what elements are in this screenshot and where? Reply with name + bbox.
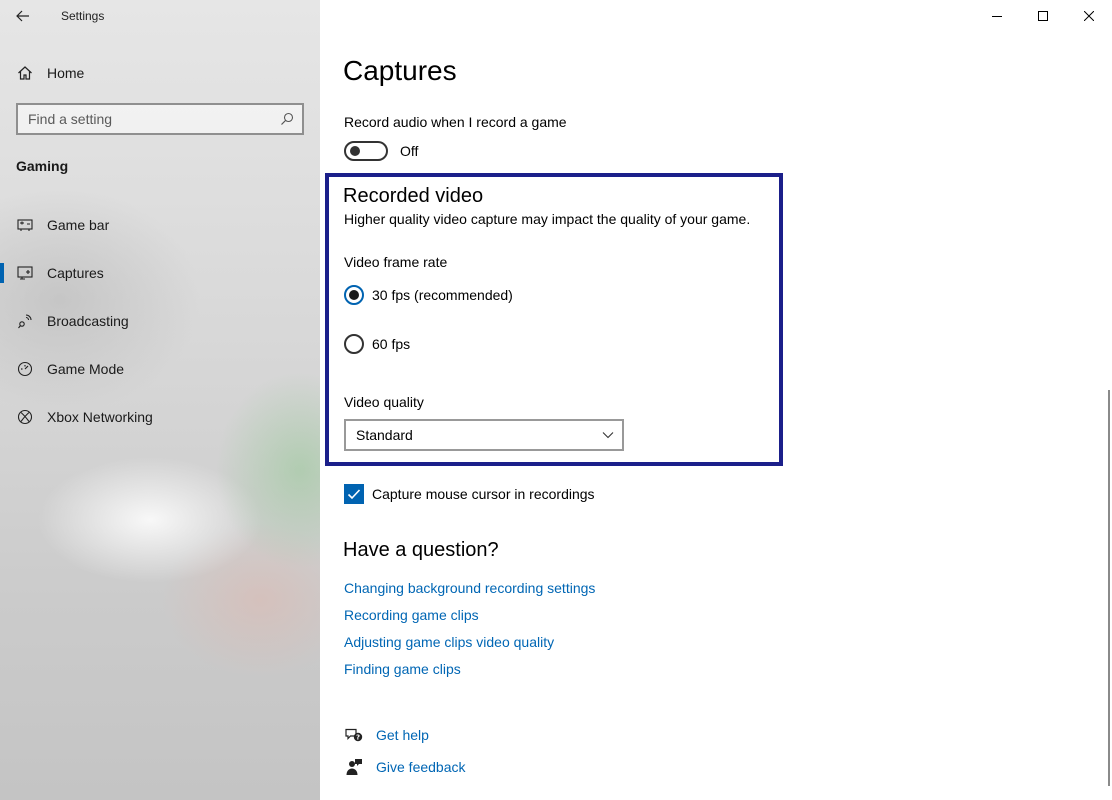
search-icon[interactable]: [280, 112, 294, 126]
get-help-row[interactable]: ? Get help: [344, 727, 429, 743]
video-quality-label: Video quality: [344, 394, 424, 410]
minimize-icon: [992, 16, 1002, 17]
svg-text:?: ?: [356, 734, 360, 742]
maximize-button[interactable]: [1020, 0, 1066, 32]
capture-cursor-checkbox[interactable]: [344, 484, 364, 504]
record-audio-label: Record audio when I record a game: [344, 114, 567, 130]
back-button[interactable]: [0, 0, 46, 32]
sidebar-item-game-bar[interactable]: Game bar: [0, 201, 320, 249]
toggle-state-label: Off: [400, 143, 419, 159]
home-icon: [0, 65, 47, 81]
frame-rate-label: Video frame rate: [344, 254, 448, 270]
radio-label: 60 fps: [372, 336, 411, 352]
chevron-down-icon: [602, 432, 614, 439]
capture-cursor-label: Capture mouse cursor in recordings: [372, 486, 595, 502]
capture-cursor-setting: Capture mouse cursor in recordings: [344, 484, 595, 504]
close-icon: [1084, 11, 1094, 21]
sidebar-item-broadcasting[interactable]: Broadcasting: [0, 297, 320, 345]
page-title: Captures: [343, 55, 457, 86]
give-feedback-row[interactable]: Give feedback: [344, 758, 466, 776]
feedback-person-icon: [344, 758, 364, 776]
maximize-icon: [1038, 11, 1048, 21]
radio-button[interactable]: [344, 334, 364, 354]
xbox-icon: [0, 409, 47, 425]
home-label: Home: [47, 65, 85, 81]
help-links: Changing background recording settings R…: [344, 580, 595, 688]
sidebar-item-label: Game Mode: [47, 361, 125, 377]
title-bar: Settings: [0, 0, 320, 32]
chat-help-icon: ?: [344, 727, 364, 743]
sidebar-item-xbox-networking[interactable]: Xbox Networking: [0, 393, 320, 441]
question-heading: Have a question?: [343, 539, 499, 561]
help-link[interactable]: Recording game clips: [344, 607, 595, 634]
close-button[interactable]: [1066, 0, 1112, 32]
help-link[interactable]: Changing background recording settings: [344, 580, 595, 607]
radio-button[interactable]: [344, 285, 364, 305]
radio-30fps[interactable]: 30 fps (recommended): [344, 285, 513, 305]
checkmark-icon: [347, 489, 361, 500]
sidebar-item-label: Xbox Networking: [47, 409, 153, 425]
back-arrow-icon: [16, 10, 29, 22]
sidebar-item-label: Game bar: [47, 217, 110, 233]
window-controls: [974, 0, 1112, 32]
game-mode-icon: [0, 361, 47, 377]
video-quality-value: Standard: [356, 427, 413, 443]
scrollbar[interactable]: [1108, 390, 1110, 786]
record-audio-toggle[interactable]: [344, 141, 388, 161]
minimize-button[interactable]: [974, 0, 1020, 32]
sidebar-item-label: Broadcasting: [47, 313, 129, 329]
sidebar-item-captures[interactable]: Captures: [0, 249, 320, 297]
radio-label: 30 fps (recommended): [372, 287, 513, 303]
broadcasting-icon: [0, 313, 47, 329]
help-link[interactable]: Finding game clips: [344, 661, 595, 688]
app-title: Settings: [61, 9, 105, 23]
record-audio-setting: Off: [344, 141, 418, 161]
sidebar: Settings Home Gaming Game bar Captures: [0, 0, 320, 800]
get-help-link[interactable]: Get help: [376, 727, 429, 743]
help-link[interactable]: Adjusting game clips video quality: [344, 634, 595, 661]
captures-icon: [0, 265, 47, 281]
sidebar-section-title: Gaming: [16, 158, 69, 174]
recorded-video-heading: Recorded video: [343, 185, 484, 207]
radio-60fps[interactable]: 60 fps: [344, 334, 410, 354]
main-content: Captures Record audio when I record a ga…: [320, 0, 1112, 800]
search-box[interactable]: [16, 103, 304, 135]
sidebar-item-label: Captures: [47, 265, 104, 281]
sidebar-nav: Game bar Captures Broadcasting Game Mode…: [0, 201, 320, 441]
sidebar-item-home[interactable]: Home: [0, 58, 320, 88]
video-quality-dropdown[interactable]: Standard: [344, 419, 624, 451]
recorded-video-description: Higher quality video capture may impact …: [344, 211, 751, 227]
search-input[interactable]: [28, 111, 268, 127]
game-bar-icon: [0, 217, 47, 233]
give-feedback-link[interactable]: Give feedback: [376, 759, 466, 775]
sidebar-item-game-mode[interactable]: Game Mode: [0, 345, 320, 393]
